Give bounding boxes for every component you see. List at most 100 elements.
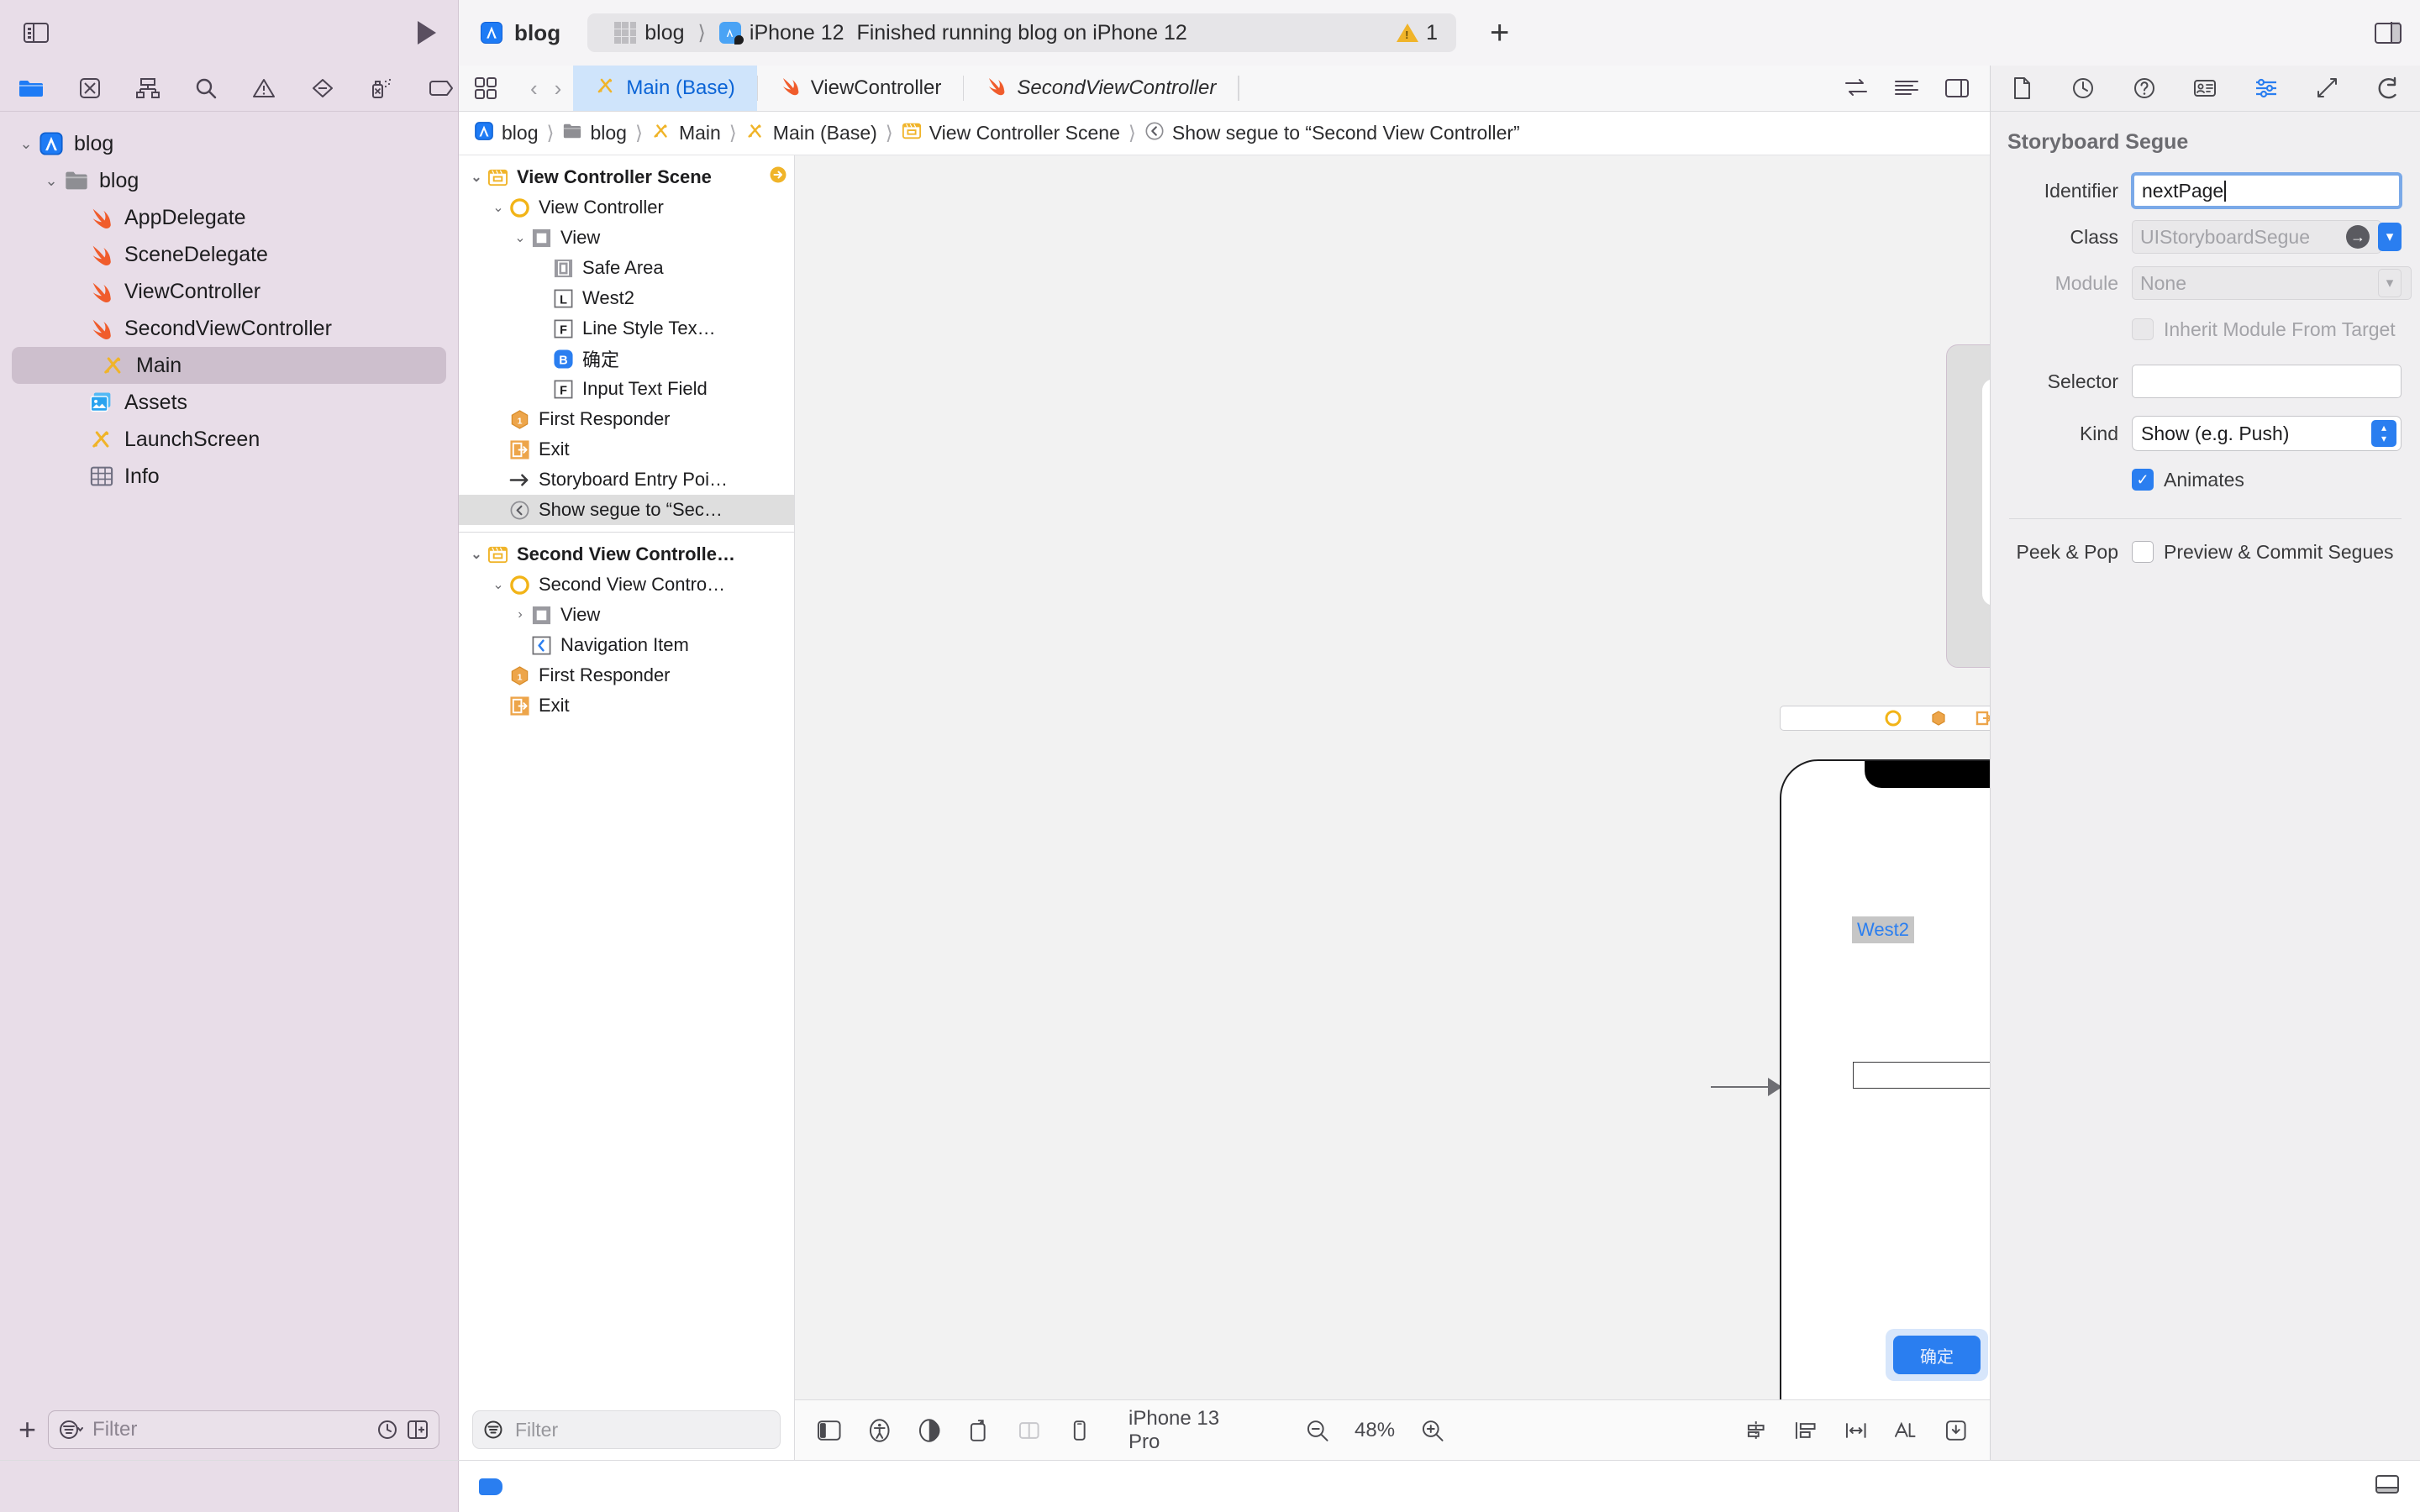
canvas-zoom-level[interactable]: 48%	[1355, 1419, 1395, 1442]
outline-item-show-segue-to-sec-[interactable]: Show segue to “Sec…	[459, 495, 794, 525]
scheme-selector[interactable]: blog ⟩ iPhone 12	[601, 21, 844, 45]
add-assistant-editor-icon[interactable]	[1944, 77, 1970, 99]
outline-tree[interactable]: ⌄View Controller Scene⌄View Controller⌄V…	[459, 155, 794, 1399]
outline-item-view[interactable]: ›View	[459, 600, 794, 630]
file-inspector-icon[interactable]	[2009, 76, 2034, 101]
class-dropdown-button[interactable]: ▾	[2378, 223, 2402, 251]
attributes-inspector-icon[interactable]	[2254, 76, 2279, 101]
source-control-filter-icon[interactable]	[407, 1419, 429, 1441]
related-items-icon[interactable]	[474, 76, 497, 100]
disclosure-triangle[interactable]: ⌄	[40, 172, 62, 190]
toggle-outline-icon[interactable]	[817, 1418, 842, 1443]
toggle-debug-area-button[interactable]	[2375, 1474, 2400, 1499]
minimap-icon[interactable]	[1894, 77, 1919, 99]
navigator-item-viewcontroller[interactable]: ViewController	[0, 273, 458, 310]
selector-input[interactable]	[2132, 365, 2402, 398]
breadcrumb-item-2[interactable]: Main	[651, 121, 721, 146]
navigator-file-tree[interactable]: ⌄blog⌄blogAppDelegateSceneDelegateViewCo…	[0, 112, 458, 1399]
go-forward-button[interactable]: ›	[555, 76, 562, 102]
navigator-item-info[interactable]: Info	[0, 458, 458, 495]
module-dropdown-button[interactable]: ▾	[2378, 269, 2402, 297]
breadcrumb[interactable]: blog⟩blog⟩Main⟩Main (Base)⟩View Controll…	[459, 112, 1990, 155]
run-button[interactable]	[418, 21, 436, 45]
symbol-hierarchy-icon[interactable]	[136, 77, 160, 99]
outline-item-exit[interactable]: Exit	[459, 434, 794, 465]
tab-secondviewcontroller[interactable]: SecondViewController	[964, 66, 1238, 111]
connections-inspector-icon[interactable]	[2376, 76, 2402, 101]
navigator-item-blog[interactable]: ⌄blog	[0, 125, 458, 162]
navigator-item-launchscreen[interactable]: LaunchScreen	[0, 421, 458, 458]
orientation-icon[interactable]	[967, 1418, 992, 1443]
size-inspector-icon[interactable]	[2315, 76, 2340, 101]
navigator-item-scenedelegate[interactable]: SceneDelegate	[0, 236, 458, 273]
outline-item-first-responder[interactable]: 1First Responder	[459, 660, 794, 690]
identifier-input[interactable]: nextPage	[2132, 173, 2402, 208]
navigator-item-secondviewcontroller[interactable]: SecondViewController	[0, 310, 458, 347]
disclosure-triangle[interactable]: ⌄	[467, 546, 486, 563]
scene-1-device[interactable]: West2 确定	[1780, 759, 1990, 1440]
tab-main-base-[interactable]: Main (Base)	[573, 66, 756, 111]
navigator-item-main[interactable]: Main	[12, 347, 446, 384]
split-view-icon[interactable]	[1017, 1418, 1042, 1443]
disclosure-triangle[interactable]: ⌄	[511, 229, 529, 246]
outline-item-navigation-item[interactable]: Navigation Item	[459, 630, 794, 660]
breakpoint-indicator-icon[interactable]	[479, 1478, 502, 1495]
outline-item-second-view-controlle-[interactable]: ⌄Second View Controlle…	[459, 539, 794, 570]
history-inspector-icon[interactable]	[2070, 76, 2096, 101]
outline-item-确定[interactable]: B确定	[459, 344, 794, 374]
breadcrumb-item-4[interactable]: View Controller Scene	[902, 121, 1120, 146]
scene-view-controller[interactable]: West2 确定	[1780, 706, 1990, 1440]
breadcrumb-item-3[interactable]: Main (Base)	[745, 121, 877, 146]
align-icon[interactable]	[1744, 1418, 1769, 1443]
preview-commit-checkbox[interactable]	[2132, 541, 2154, 563]
issue-warning-icon[interactable]	[252, 77, 276, 99]
outline-item-view[interactable]: ⌄View	[459, 223, 794, 253]
quick-help-inspector-icon[interactable]	[2132, 76, 2157, 101]
adjust-editor-icon[interactable]	[1844, 77, 1869, 99]
outline-item-west2[interactable]: LWest2	[459, 283, 794, 313]
recent-clock-icon[interactable]	[376, 1419, 398, 1441]
outline-item-second-view-contro-[interactable]: ⌄Second View Contro…	[459, 570, 794, 600]
zoom-out-icon[interactable]	[1305, 1418, 1330, 1443]
toggle-navigator-button[interactable]	[24, 23, 49, 43]
add-editor-button[interactable]: +	[1490, 16, 1509, 50]
outline-item-first-responder[interactable]: 1First Responder	[459, 404, 794, 434]
ok-button[interactable]: 确定	[1893, 1336, 1981, 1374]
right-arrow-badge[interactable]	[769, 165, 787, 189]
canvas-device-name[interactable]: iPhone 13 Pro	[1128, 1407, 1255, 1454]
outline-item-view-controller-scene[interactable]: ⌄View Controller Scene	[459, 162, 794, 192]
canvas-minimap[interactable]	[1946, 344, 1990, 668]
outline-filter-field[interactable]: Filter	[472, 1410, 781, 1449]
editor-tabs[interactable]: Main (Base)ViewControllerSecondViewContr…	[573, 66, 1239, 111]
disclosure-triangle[interactable]: ⌄	[15, 135, 37, 153]
animates-checkbox[interactable]: ✓	[2132, 469, 2154, 491]
breadcrumb-item-0[interactable]: blog	[474, 121, 538, 146]
class-input[interactable]: UIStoryboardSegue	[2132, 220, 2381, 254]
breadcrumb-item-5[interactable]: Show segue to “Second View Controller”	[1144, 121, 1520, 146]
search-icon[interactable]	[195, 77, 217, 99]
resolve-auto-layout-icon[interactable]	[1893, 1418, 1918, 1443]
accessibility-icon[interactable]	[867, 1418, 892, 1443]
appearance-contrast-icon[interactable]	[917, 1418, 942, 1443]
identity-inspector-icon[interactable]	[2192, 76, 2217, 101]
update-frames-icon[interactable]	[1944, 1418, 1969, 1443]
outline-item-input-text-field[interactable]: FInput Text Field	[459, 374, 794, 404]
disclosure-triangle[interactable]: ⌄	[467, 169, 486, 186]
kind-popup-button[interactable]: Show (e.g. Push) ▴▾	[2132, 416, 2402, 451]
outline-item-line-style-tex-[interactable]: FLine Style Tex…	[459, 313, 794, 344]
disclosure-triangle[interactable]: ›	[511, 607, 529, 622]
disclosure-triangle[interactable]: ⌄	[489, 199, 508, 216]
tab-viewcontroller[interactable]: ViewController	[758, 66, 964, 111]
inherit-module-checkbox[interactable]	[2132, 318, 2154, 340]
scheme-destination-bar[interactable]: blog ⟩ iPhone 12 Finished running blog o…	[587, 13, 1456, 52]
label-west2[interactable]: West2	[1852, 916, 1914, 943]
test-diamond-icon[interactable]	[311, 77, 334, 99]
warning-indicator[interactable]: 1	[1397, 21, 1443, 45]
navigator-item-appdelegate[interactable]: AppDelegate	[0, 199, 458, 236]
debug-spray-icon[interactable]	[370, 77, 393, 99]
outline-item-storyboard-entry-poi-[interactable]: Storyboard Entry Poi…	[459, 465, 794, 495]
zoom-in-icon[interactable]	[1420, 1418, 1445, 1443]
add-file-button[interactable]: +	[18, 1415, 36, 1445]
outline-item-exit[interactable]: Exit	[459, 690, 794, 721]
folder-icon[interactable]	[18, 78, 44, 98]
